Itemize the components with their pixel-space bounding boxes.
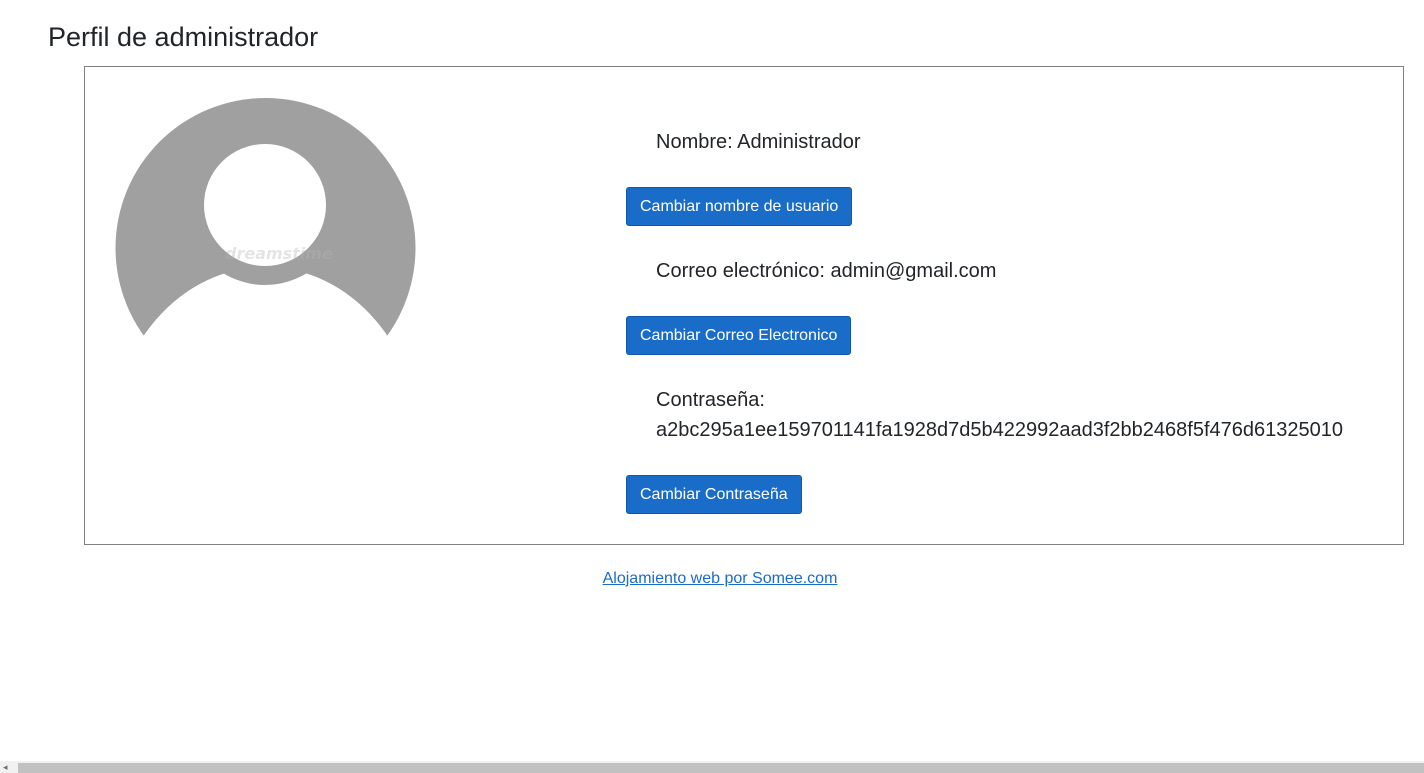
- footer: Alojamiento web por Somee.com: [0, 570, 1424, 588]
- scrollbar-thumb[interactable]: [18, 763, 1424, 773]
- horizontal-scrollbar[interactable]: ◂: [0, 761, 1424, 773]
- username-text: Nombre: Administrador: [656, 131, 861, 153]
- password-hash-text: a2bc295a1ee159701141fa1928d7d5b422992aad…: [656, 419, 1344, 441]
- scroll-left-icon[interactable]: ◂: [3, 762, 8, 772]
- hosting-link[interactable]: Alojamiento web por Somee.com: [603, 570, 838, 587]
- page-title: Perfil de administrador: [48, 22, 319, 52]
- avatar-watermark: dreamstime: [225, 244, 333, 263]
- user-avatar-placeholder-icon: dreamstime: [115, 97, 416, 347]
- email-text: Correo electrónico: admin@gmail.com: [656, 260, 997, 282]
- change-username-button[interactable]: Cambiar nombre de usuario: [626, 187, 853, 226]
- profile-card: dreamstime Nombre: Administrador Cambiar…: [84, 66, 1404, 545]
- change-email-button[interactable]: Cambiar Correo Electronico: [626, 316, 852, 355]
- password-label: Contraseña:: [656, 389, 765, 411]
- change-password-button[interactable]: Cambiar Contraseña: [626, 475, 802, 514]
